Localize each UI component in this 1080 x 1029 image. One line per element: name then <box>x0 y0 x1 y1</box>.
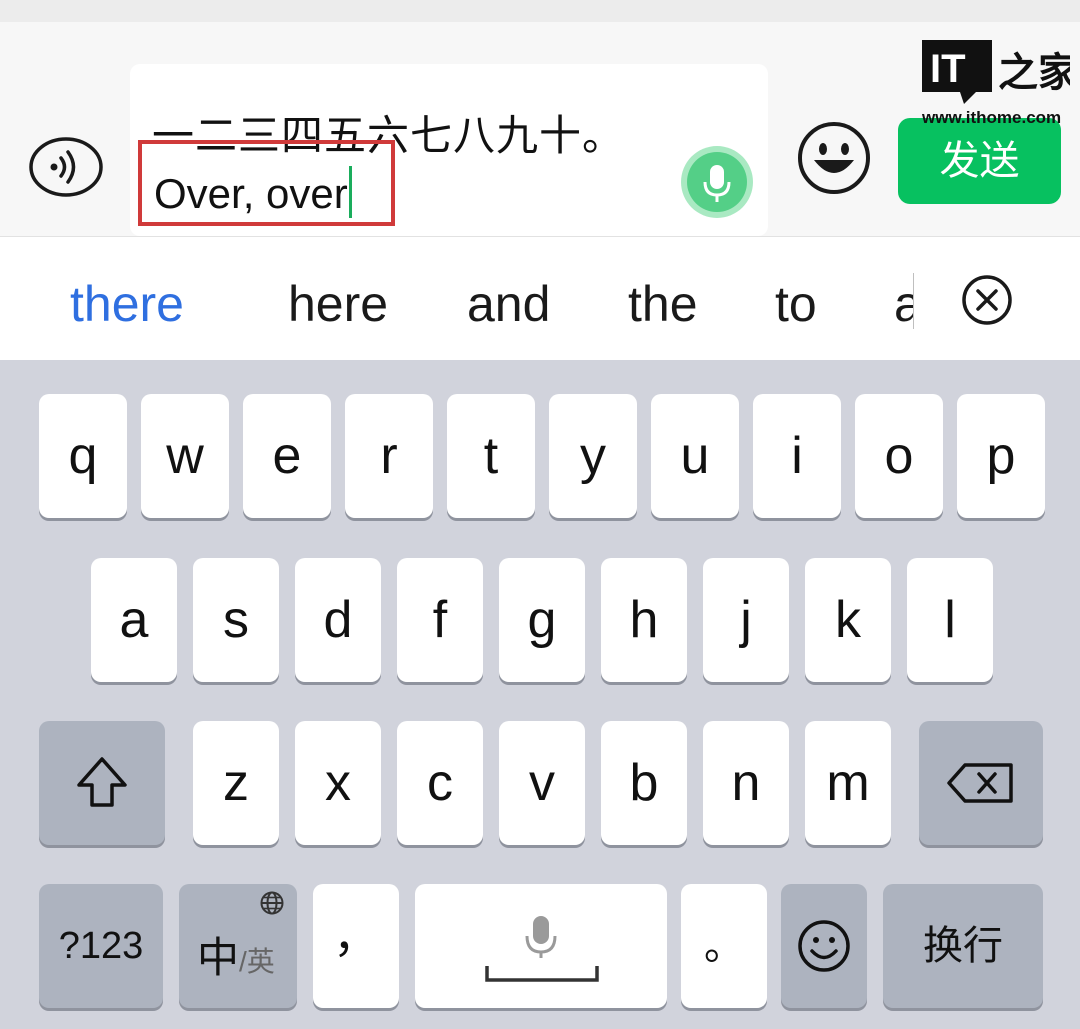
key-e[interactable]: e <box>243 394 331 518</box>
emoji-key[interactable] <box>781 884 867 1008</box>
svg-text:IT: IT <box>930 47 966 91</box>
suggestion-bar: there here and the to a <box>0 236 1080 361</box>
enter-key[interactable]: 换行 <box>883 884 1043 1008</box>
key-z[interactable]: z <box>193 721 279 845</box>
key-g[interactable]: g <box>499 558 585 682</box>
key-c[interactable]: c <box>397 721 483 845</box>
numbers-key[interactable]: ?123 <box>39 884 163 1008</box>
key-i[interactable]: i <box>753 394 841 518</box>
collapse-suggestions-button[interactable] <box>960 273 1014 332</box>
shift-key[interactable] <box>39 721 165 845</box>
svg-text:之家: 之家 <box>998 50 1070 96</box>
key-s[interactable]: s <box>193 558 279 682</box>
lang-alt-label: /英 <box>239 946 275 977</box>
circle-x-icon <box>962 275 1012 325</box>
backspace-icon <box>947 763 1013 803</box>
message-input[interactable]: 一二三四五六七八九十。 Over, over <box>130 64 768 236</box>
key-r[interactable]: r <box>345 394 433 518</box>
key-w[interactable]: w <box>141 394 229 518</box>
key-f[interactable]: f <box>397 558 483 682</box>
suggestion-there[interactable]: there <box>70 275 184 333</box>
key-m[interactable]: m <box>805 721 891 845</box>
key-k[interactable]: k <box>805 558 891 682</box>
chat-input-bar: 一二三四五六七八九十。 Over, over 发送 IT 之家 www.itho… <box>0 22 1080 236</box>
key-p[interactable]: p <box>957 394 1045 518</box>
send-button[interactable]: 发送 <box>898 118 1061 204</box>
shift-arrow-icon <box>77 757 127 807</box>
suggestion-the[interactable]: the <box>628 275 698 333</box>
highlight-box: Over, over <box>138 140 395 226</box>
key-x[interactable]: x <box>295 721 381 845</box>
backspace-key[interactable] <box>919 721 1043 845</box>
space-mic-icon <box>485 916 599 982</box>
key-y[interactable]: y <box>549 394 637 518</box>
key-q[interactable]: q <box>39 394 127 518</box>
suggestion-a[interactable]: a <box>894 275 914 333</box>
period-key[interactable]: 。 <box>681 884 767 1008</box>
emoji-button[interactable] <box>796 120 872 201</box>
comma-key[interactable]: ， <box>313 884 399 1008</box>
voice-input-button[interactable] <box>681 146 753 218</box>
key-h[interactable]: h <box>601 558 687 682</box>
key-j[interactable]: j <box>703 558 789 682</box>
language-switch-key[interactable]: 中 /英 <box>179 884 297 1008</box>
keyboard: q w e r t y u i o p a s d f g h j k l z … <box>0 360 1080 1029</box>
key-v[interactable]: v <box>499 721 585 845</box>
smiley-icon <box>798 122 870 194</box>
key-d[interactable]: d <box>295 558 381 682</box>
ithome-url: www.ithome.com <box>922 108 1062 127</box>
text-caret <box>348 166 352 218</box>
key-n[interactable]: n <box>703 721 789 845</box>
microphone-icon <box>703 165 731 202</box>
smiley-key-icon <box>798 920 850 972</box>
suggestion-here[interactable]: here <box>288 275 388 333</box>
key-b[interactable]: b <box>601 721 687 845</box>
suggestion-divider <box>913 273 914 329</box>
status-strip <box>0 0 1080 23</box>
globe-icon <box>260 891 284 915</box>
space-key[interactable] <box>415 884 667 1008</box>
key-o[interactable]: o <box>855 394 943 518</box>
lang-main-label: 中 <box>197 934 240 981</box>
key-u[interactable]: u <box>651 394 739 518</box>
suggestion-and[interactable]: and <box>467 275 550 333</box>
key-t[interactable]: t <box>447 394 535 518</box>
key-l[interactable]: l <box>907 558 993 682</box>
suggestion-to[interactable]: to <box>775 275 817 333</box>
message-line-2: Over, over <box>154 170 348 217</box>
voice-waves-icon <box>29 137 103 197</box>
voice-mode-button[interactable] <box>28 136 104 198</box>
key-a[interactable]: a <box>91 558 177 682</box>
